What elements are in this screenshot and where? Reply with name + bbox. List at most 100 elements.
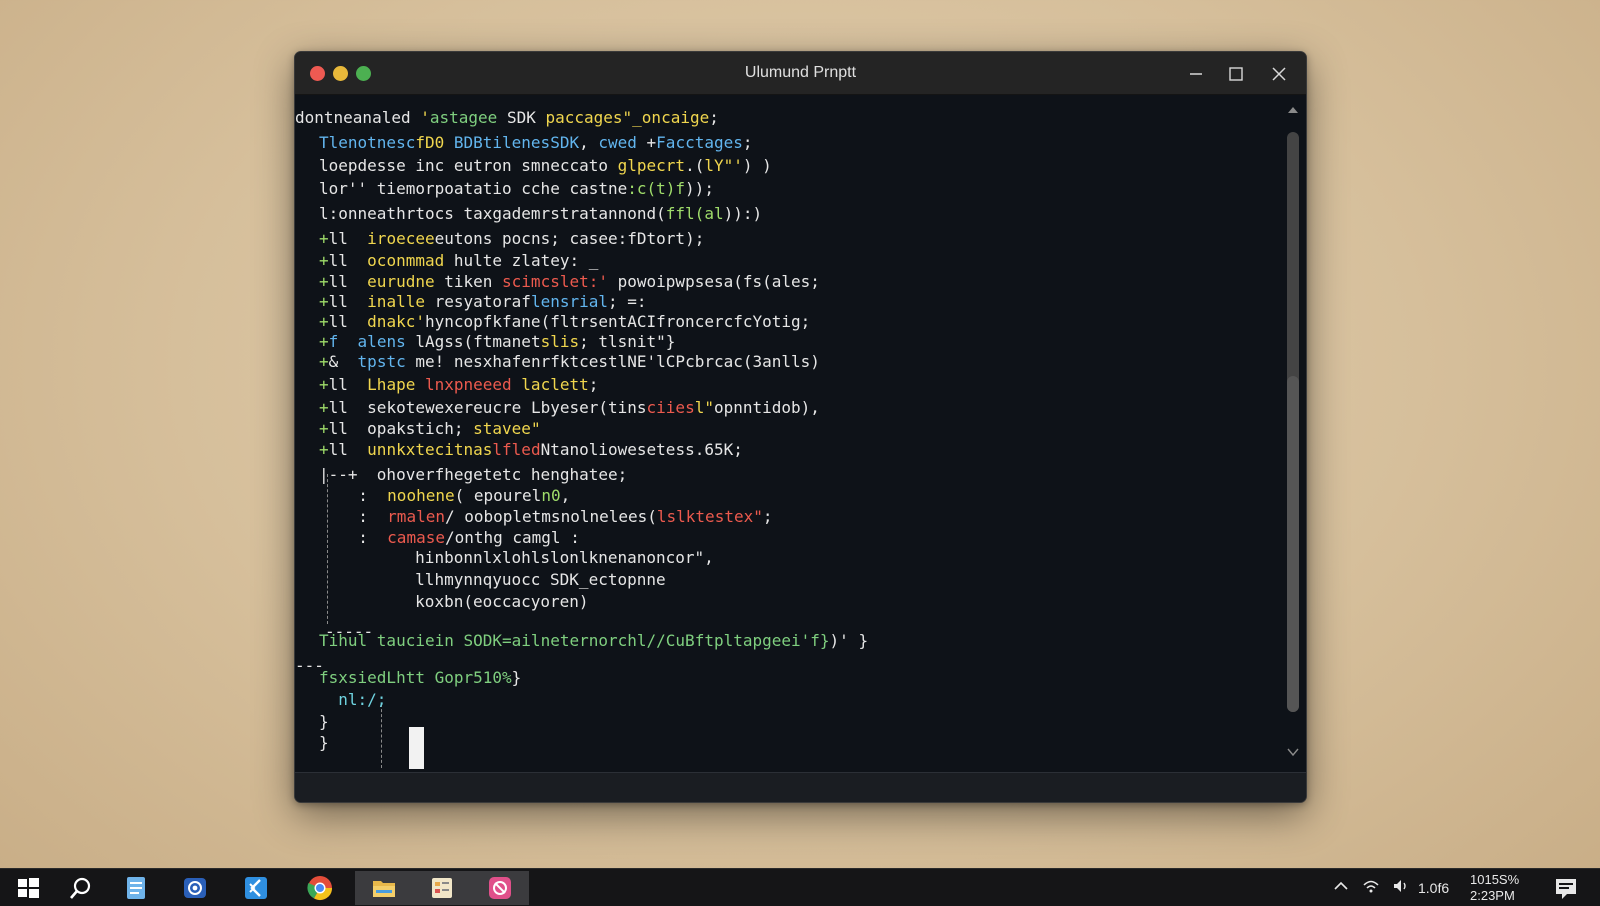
terminal-token: SDK_ectopnne (550, 570, 666, 589)
chevron-up-icon[interactable] (1332, 877, 1350, 899)
terminal-token: eurudne (367, 272, 445, 291)
terminal-line: +ll sekotewexereucre Lbyeser(tinsciiesl"… (319, 398, 820, 418)
taskbar-chrome[interactable] (297, 871, 343, 905)
terminal-token: lfled (492, 440, 541, 459)
terminal-line: +ll inalle resyatoraflensrial; =: (319, 292, 647, 312)
terminal-token: + (319, 419, 329, 438)
search-icon (70, 877, 91, 899)
terminal-token: } (511, 668, 522, 687)
terminal-token: lY"' (704, 156, 743, 175)
terminal-token: ; (742, 133, 753, 152)
terminal-token: + (319, 229, 329, 248)
search-button[interactable] (58, 871, 104, 905)
terminal-token: tocs taxgademrstratannond( (415, 204, 666, 223)
terminal-window[interactable]: Ulumund Prnptt ----- --- dontneanaled 'a… (294, 51, 1307, 803)
clock[interactable]: 1015S% 2:23PM (1470, 872, 1536, 904)
terminal-token: ) ) (742, 156, 772, 175)
vertical-scrollbar[interactable] (1280, 96, 1306, 772)
terminal-token: } (319, 712, 329, 731)
terminal-token: slis (540, 332, 580, 351)
terminal-token: unnkxtecitnas (367, 440, 493, 459)
terminal-token: l" (694, 398, 714, 417)
terminal-token: lslktestex" (656, 507, 763, 526)
terminal-token: & (328, 352, 358, 371)
terminal-token: : (339, 528, 388, 547)
terminal-token: koxbn(eoccacyoren) (415, 592, 589, 611)
terminal-token: : (339, 507, 388, 526)
terminal-line: : rmalen/ oobopletmsnolnelees(lslktestex… (339, 507, 772, 527)
scroll-down-icon[interactable] (1286, 744, 1300, 758)
task-manager-icon (432, 878, 452, 898)
wifi-icon[interactable] (1362, 877, 1380, 899)
close-button[interactable] (1266, 61, 1292, 87)
terminal-line: fsxsiedLhtt Gopr510%} (319, 668, 521, 688)
terminal-token: Lbyeser(tins (530, 398, 647, 417)
terminal-token: fD0 (415, 133, 454, 152)
terminal-token: ffl(al (665, 204, 724, 223)
terminal-token: .( (685, 156, 705, 175)
terminal-token: ; tlsnit"} (579, 332, 676, 351)
terminal-token: alens (357, 332, 416, 351)
clock-time: 1015S% (1470, 872, 1520, 887)
terminal-token: ll (328, 251, 368, 270)
terminal-token: loepdesse (319, 156, 416, 175)
terminal-line: TlenotnescfD0 BDBtilenesSDK, cwed +Facct… (319, 133, 753, 153)
terminal-token: lnxpneeed (424, 375, 522, 394)
volume-icon[interactable] (1392, 877, 1410, 899)
terminal-token: lensrial (530, 292, 608, 311)
terminal-token: / oobopletmsnolnelees( (444, 507, 657, 526)
terminal-token: + (646, 133, 657, 152)
vscode-icon (245, 877, 267, 899)
terminal-token: hinbonnlxlohlslonlknenanoncor", (415, 548, 714, 567)
chrome-icon (307, 876, 332, 901)
status-bar (295, 772, 1306, 802)
network-value[interactable]: 1.0f6 (1418, 880, 1449, 896)
terminal-token: rmalen (387, 507, 445, 526)
terminal-line: : noohene( epoureln0, (339, 486, 570, 506)
terminal-token: f (328, 332, 358, 351)
taskbar: 1.0f6 1015S% 2:23PM (0, 868, 1600, 906)
taskbar-file-explorer[interactable] (355, 871, 413, 905)
terminal-token: } (319, 733, 329, 752)
terminal-line: nl:/; (319, 690, 386, 710)
terminal-token: : (339, 486, 388, 505)
terminal-token: cbrcac(3anlls) (685, 352, 820, 371)
terminal-line: +ll iroeceeeutons pocns; casee:fDtort); (319, 229, 704, 249)
terminal-line: +ll unnkxtecitnaslfledNtanoliowesetess.6… (319, 440, 743, 460)
taskbar-camera[interactable] (172, 871, 218, 905)
terminal-token: + (319, 292, 329, 311)
taskbar-task-manager[interactable] (413, 871, 471, 905)
terminal-token: Ntanoliowesetess.65K; (540, 440, 743, 459)
notification-center-button[interactable] (1548, 871, 1584, 905)
terminal-token: iroecee (367, 229, 435, 248)
terminal-token: ll (328, 398, 368, 417)
taskbar-feedback-hub[interactable] (471, 871, 529, 905)
terminal-token: )); (685, 179, 714, 198)
title-bar[interactable]: Ulumund Prnptt (295, 52, 1306, 95)
terminal-token: opnntidob), (713, 398, 820, 417)
scroll-up-icon[interactable] (1286, 102, 1300, 116)
terminal-token: tiken (444, 272, 503, 291)
terminal-token: :c(t)f (627, 179, 686, 198)
terminal-token: camase (387, 528, 445, 547)
terminal-token: ; =: (608, 292, 647, 311)
terminal-token: inc (415, 156, 454, 175)
minimize-button[interactable] (1183, 61, 1209, 87)
terminal-line: koxbn(eoccacyoren) (367, 592, 589, 612)
scrollbar-thumb[interactable] (1287, 376, 1299, 712)
terminal-token: + (319, 440, 329, 459)
terminal-token: powoipwpsesa(fs(ales; (608, 272, 820, 291)
indent-guide (327, 474, 328, 624)
terminal-token: llhmynnqyuocc (415, 570, 551, 589)
taskbar-vscode[interactable] (233, 871, 279, 905)
terminal-output[interactable]: ----- --- dontneanaled 'astagee SDK pacc… (295, 96, 1279, 772)
terminal-token: glpecrt (617, 156, 686, 175)
maximize-button[interactable] (1223, 61, 1249, 87)
terminal-token: scimcslet:' (502, 272, 608, 291)
terminal-token: eutron (453, 156, 522, 175)
taskbar-notepad[interactable] (113, 871, 159, 905)
file-explorer-icon (373, 881, 395, 897)
start-button[interactable] (5, 871, 51, 905)
